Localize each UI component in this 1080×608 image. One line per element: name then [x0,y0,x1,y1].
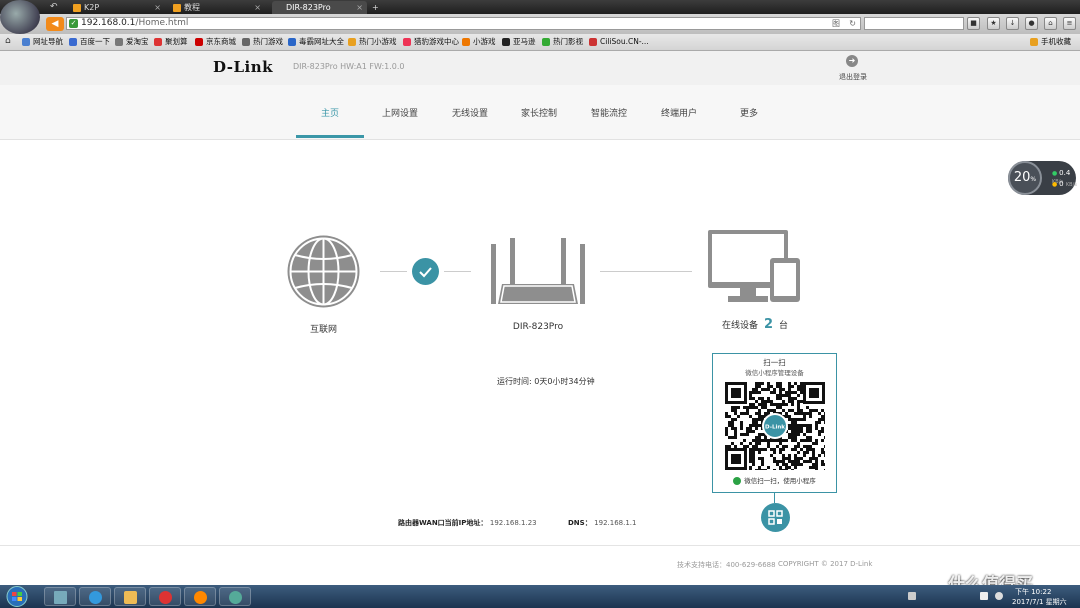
page-header [0,51,1080,85]
secure-icon: ✓ [69,19,78,28]
bookmark-item[interactable]: 热门游戏 [242,36,283,48]
tab-title: DIR-823Pro [286,3,331,12]
taskbar-app-cheetah[interactable] [184,587,216,606]
home-bookmark-icon[interactable]: ⌂ [5,36,11,46]
bookmark-item[interactable]: 聚划算 [154,36,188,48]
url-host: 192.168.0.1 [81,18,136,28]
logout-button[interactable]: 退出登录 [839,72,867,82]
bookmark-item[interactable]: 网址导航 [22,36,63,48]
link-line [600,271,692,272]
qr-subtitle: 微信小程序管理设备 [745,369,804,377]
clock-date[interactable]: 2017/7/1 星期六 [1012,597,1067,607]
brand-logo: D-Link [213,58,274,76]
tab-home[interactable]: 主页 [300,106,360,119]
volume-tray-icon[interactable] [995,592,1003,600]
url-input[interactable]: ✓ 192.168.0.1/Home.html 图 ↻ [66,17,861,30]
taskbar-app-tool[interactable] [219,587,251,606]
support-phone: 技术支持电话：400-629-6688 [677,561,776,569]
router-label: DIR-823Pro [512,322,564,332]
tab-k2p[interactable]: K2P × [70,1,165,14]
taskbar-app-explorer[interactable] [114,587,146,606]
tab-tutorial[interactable]: 教程 × [170,1,265,14]
tab-close-icon[interactable]: × [356,1,363,14]
link-line [380,271,407,272]
url-path: /Home.html [135,18,189,28]
qr-center-logo: D-Link [765,425,785,431]
bookmark-item[interactable]: 百度一下 [69,36,110,48]
lock-icon[interactable]: ■ [967,17,980,30]
dns-info: DNS： 192.168.1.1 [568,519,637,527]
online-devices[interactable]: 在线设备 2 台 [700,317,810,332]
qr-footer: 微信扫一扫，使用小程序 [712,475,837,485]
back-icon[interactable]: ◀ [46,17,64,31]
clock-time[interactable]: 下午 10:22 [1015,587,1051,597]
reload-icon[interactable]: ↻ [849,18,856,29]
home-icon[interactable]: ⌂ [1044,17,1057,30]
url-suffix: 图 [832,19,840,28]
qr-code: D-Link [725,382,825,470]
online-devices-count: 2 [763,317,774,332]
download-speed: ● 0 KB/s [1052,180,1077,188]
tab-dir823pro[interactable]: DIR-823Pro × [272,1,367,14]
network-tray-icon[interactable] [980,592,988,600]
star-icon[interactable]: ★ [987,17,1000,30]
tray-icon[interactable] [908,592,916,600]
logout-icon[interactable]: ➜ [846,55,858,67]
tab-favicon [173,4,181,12]
bookmark-item[interactable]: 猎豹游戏中心 [403,36,459,48]
tab-favicon [73,4,81,12]
taskbar-app-ie[interactable] [79,587,111,606]
bookmark-item[interactable]: 亚马逊 [502,36,536,48]
bookmark-item[interactable]: 爱淘宝 [115,36,149,48]
model-info: DIR-823Pro HW:A1 FW:1.0.0 [293,62,405,71]
bookmark-item[interactable]: 手机收藏 [1030,36,1071,48]
tab-close-icon[interactable]: × [154,1,161,14]
qr-icon [768,510,783,525]
download-icon[interactable]: ↓ [1006,17,1019,30]
qr-connector [774,493,775,503]
active-tab-indicator [296,135,364,138]
tab-title: 教程 [184,3,200,12]
start-button-icon[interactable] [2,585,32,608]
online-devices-suffix: 台 [779,321,789,331]
bookmarks-bar: ⌂ 网址导航 百度一下 爱淘宝 聚划算 京东商城 热门游戏 毒霸网址大全 热门小… [0,34,1080,51]
tab-clients[interactable]: 终端用户 [649,106,709,119]
bookmark-item[interactable]: 热门影视 [542,36,583,48]
connected-check-icon [412,258,439,285]
taskbar-app-browser[interactable] [149,587,181,606]
link-line [444,271,471,272]
internet-label: 互联网 [309,325,337,335]
wechat-icon [733,477,742,485]
tab-internet-settings[interactable]: 上网设置 [370,106,430,119]
wan-ip-info: 路由器WAN口当前IP地址： 192.168.1.23 [398,519,537,527]
tab-more[interactable]: 更多 [719,106,779,119]
tab-parental-control[interactable]: 家长控制 [509,106,569,119]
devices-icon [708,230,800,302]
copyright: COPYRIGHT © 2017 D-Link [778,560,873,568]
menu-icon[interactable]: ≡ [1063,17,1076,30]
search-input[interactable] [864,17,964,30]
tab-title: K2P [84,3,100,12]
bookmark-item[interactable]: 京东商城 [195,36,236,48]
taskbar-app-notepad[interactable] [44,587,76,606]
browser-logo-icon[interactable] [0,0,40,34]
game-icon[interactable]: ● [1025,17,1038,30]
globe-icon [287,235,360,308]
uptime: 运行时间: 0天0小时34分钟 [497,377,595,386]
bookmark-item[interactable]: 毒霸网址大全 [288,36,344,48]
bookmark-item[interactable]: 小游戏 [462,36,496,48]
browser-tab-bar: K2P × 教程 × DIR-823Pro × + ↶ [0,0,1080,14]
cpu-usage-ring: 20% [1008,161,1042,195]
qr-toggle-button[interactable] [761,503,790,532]
bookmark-item[interactable]: CiliSou.CN-... [589,36,649,48]
new-tab-button[interactable]: + [368,1,384,14]
undo-icon[interactable]: ↶ [50,2,58,12]
bookmark-item[interactable]: 热门小游戏 [348,36,397,48]
tab-close-icon[interactable]: × [254,1,261,14]
online-devices-prefix: 在线设备 [721,321,758,331]
tab-wireless-settings[interactable]: 无线设置 [440,106,500,119]
router-icon [491,238,585,304]
tab-smart-qos[interactable]: 智能流控 [579,106,639,119]
